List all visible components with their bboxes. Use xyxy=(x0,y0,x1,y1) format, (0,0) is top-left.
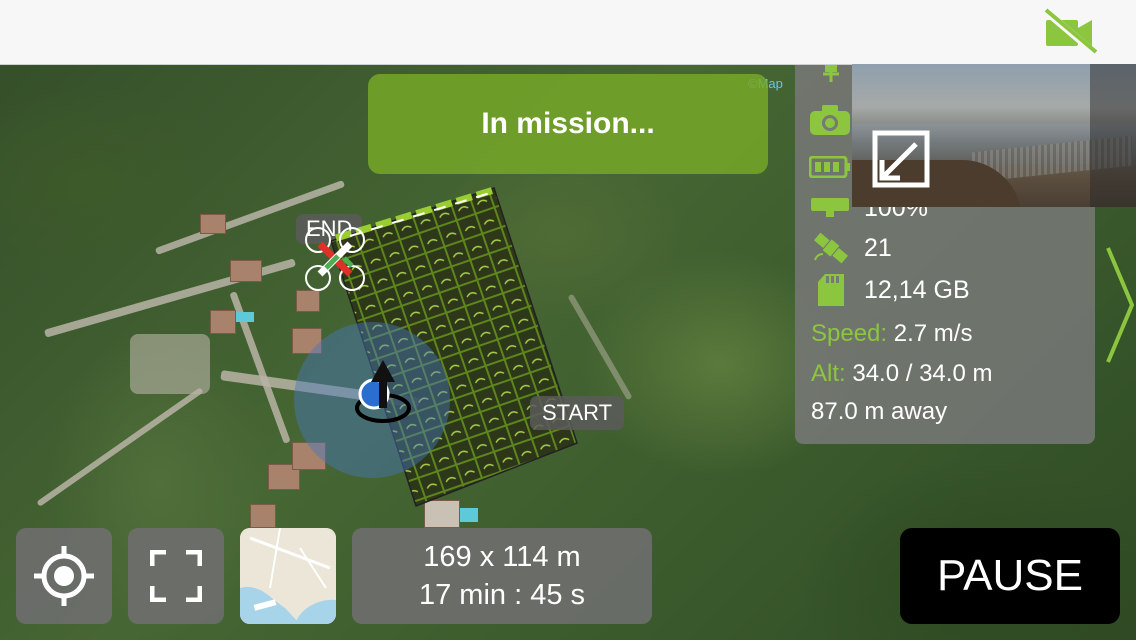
satellite-icon xyxy=(813,232,849,264)
altitude-label: Alt: xyxy=(811,360,846,387)
camera-icon xyxy=(810,105,850,135)
gimbal-icon xyxy=(823,64,839,82)
pause-button[interactable]: PAUSE xyxy=(900,528,1120,624)
locate-button[interactable] xyxy=(16,528,112,624)
expand-icon[interactable] xyxy=(872,130,930,188)
storage-row: 12,14 GB xyxy=(811,274,970,306)
satellites-row: 21 xyxy=(811,232,892,264)
speed-stat: Speed: 2.7 m/s xyxy=(811,320,972,348)
locate-icon xyxy=(34,546,94,606)
fullscreen-icon xyxy=(150,550,202,602)
fullscreen-button[interactable] xyxy=(128,528,224,624)
video-preview[interactable] xyxy=(852,64,1136,207)
storage-value: 12,14 GB xyxy=(864,275,970,304)
survey-duration: 17 min : 45 s xyxy=(418,579,586,611)
satellite-count: 21 xyxy=(864,233,892,262)
sd-card-icon xyxy=(818,274,844,306)
battery-icon xyxy=(809,156,850,178)
top-bar xyxy=(0,0,1136,65)
map-type-button[interactable] xyxy=(240,528,336,624)
survey-dimensions: 169 x 114 m xyxy=(423,541,581,573)
mission-status-banner: In mission... xyxy=(368,74,768,174)
video-preview-frame xyxy=(1090,64,1136,207)
video-off-icon[interactable] xyxy=(1042,8,1098,56)
start-label: START xyxy=(530,396,625,430)
mission-status-text: In mission... xyxy=(481,107,655,140)
distance-stat: 87.0 m away xyxy=(811,398,948,425)
altitude-value: 34.0 / 34.0 m xyxy=(852,360,993,387)
altitude-stat: Alt: 34.0 / 34.0 m xyxy=(811,360,992,388)
map-type-icon xyxy=(240,528,336,624)
speed-label: Speed: xyxy=(811,320,888,347)
survey-summary: 169 x 114 m 17 min : 45 s xyxy=(352,528,652,624)
chevron-right-icon[interactable] xyxy=(1104,246,1136,364)
speed-value: 2.7 m/s xyxy=(893,320,973,347)
